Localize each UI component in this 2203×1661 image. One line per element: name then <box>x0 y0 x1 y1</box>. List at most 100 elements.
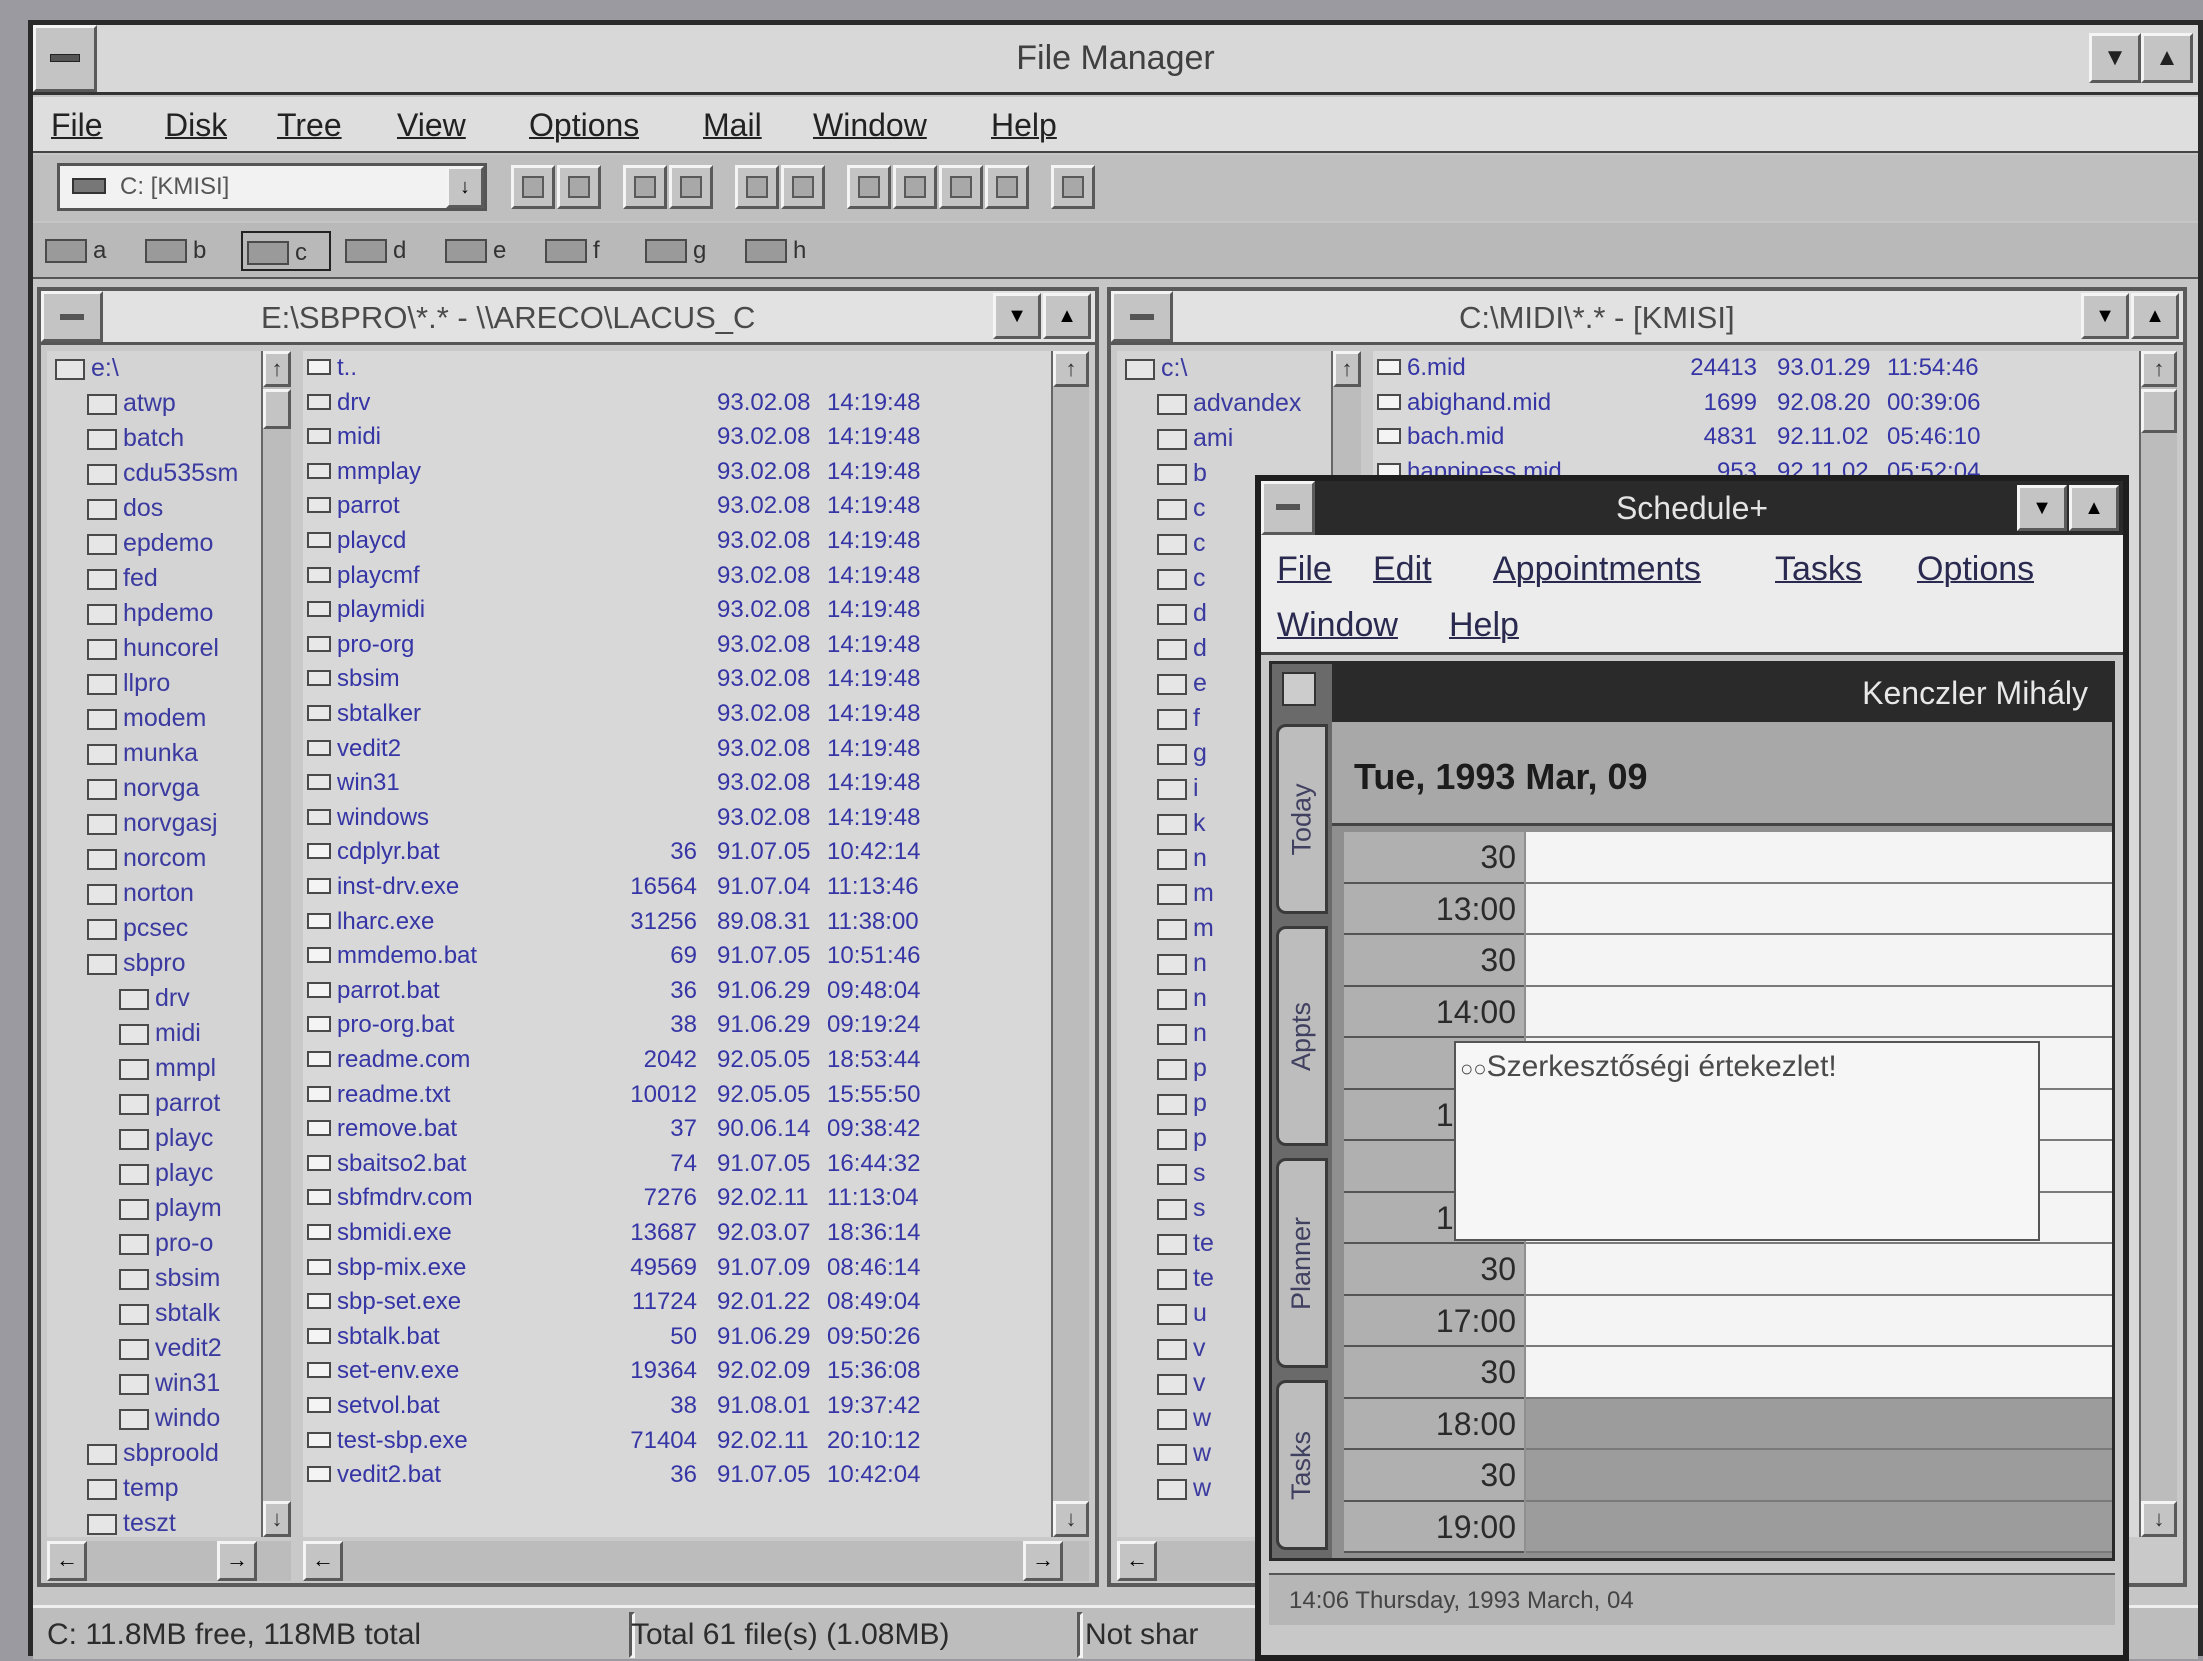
tree-item[interactable]: teszt <box>87 1506 255 1537</box>
time-slot[interactable]: 18:00 <box>1344 1398 2112 1450</box>
file-row[interactable]: playmidi 93.02.08 14:19:48 <box>307 593 1047 628</box>
time-slot[interactable]: 30 <box>1344 832 2112 884</box>
appointment-cell[interactable] <box>1526 1501 2112 1553</box>
tree-item[interactable]: sbtalk <box>119 1296 255 1331</box>
file-row[interactable]: pro-org 93.02.08 14:19:48 <box>307 628 1047 663</box>
menu-disk[interactable]: Disk <box>165 97 227 153</box>
file-row[interactable]: bach.mid 4831 92.11.02 05:46:10 <box>1377 420 2127 455</box>
file-row[interactable]: win31 93.02.08 14:19:48 <box>307 766 1047 801</box>
tree-item[interactable]: e:\ <box>55 351 255 386</box>
tree-item[interactable]: playc <box>119 1121 255 1156</box>
title-bar[interactable]: File Manager ▼ ▲ <box>33 25 2198 95</box>
file-row[interactable]: remove.bat 37 90.06.14 09:38:42 <box>307 1112 1047 1147</box>
share-as-button[interactable] <box>623 165 667 209</box>
tree-item[interactable]: parrot <box>119 1086 255 1121</box>
directory-window-title-bar[interactable]: C:\MIDI\*.* - [KMISI] ▼ ▲ <box>1111 291 2183 345</box>
sort-type-button[interactable] <box>893 165 937 209</box>
schedule-maximize-button[interactable]: ▲ <box>2069 485 2119 531</box>
file-row[interactable]: mmplay 93.02.08 14:19:48 <box>307 455 1047 490</box>
tree-item[interactable]: epdemo <box>87 526 255 561</box>
scroll-up-button[interactable]: ↑ <box>1333 351 1361 387</box>
file-row[interactable]: midi 93.02.08 14:19:48 <box>307 420 1047 455</box>
file-row[interactable]: windows 93.02.08 14:19:48 <box>307 801 1047 836</box>
tree-item[interactable]: norcom <box>87 841 255 876</box>
tree-item[interactable]: midi <box>119 1016 255 1051</box>
tab-today[interactable]: Today <box>1276 724 1328 914</box>
drive-d-button[interactable]: d <box>341 231 431 271</box>
file-row[interactable]: inst-drv.exe 16564 91.07.04 11:13:46 <box>307 870 1047 905</box>
drive-b-button[interactable]: b <box>141 231 231 271</box>
large-icons-button[interactable] <box>735 165 779 209</box>
tree-item[interactable]: advandex <box>1157 386 1325 421</box>
file-row[interactable]: sbfmdrv.com 7276 92.02.11 11:13:04 <box>307 1181 1047 1216</box>
menu-file[interactable]: File <box>51 97 103 153</box>
tree-item[interactable]: playc <box>119 1156 255 1191</box>
tree-item[interactable]: sbpro <box>87 946 255 981</box>
send-mail-button[interactable] <box>1051 165 1095 209</box>
file-row[interactable]: setvol.bat 38 91.08.01 19:37:42 <box>307 1389 1047 1424</box>
time-slot[interactable]: 14:00 <box>1344 986 2112 1038</box>
child-minimize-button[interactable]: ▼ <box>2081 293 2129 339</box>
drive-e-button[interactable]: e <box>441 231 531 271</box>
tree-item[interactable]: fed <box>87 561 255 596</box>
file-row[interactable]: mmdemo.bat 69 91.07.05 10:51:46 <box>307 939 1047 974</box>
schedule-menu-options[interactable]: Options <box>1917 541 2034 597</box>
list-view-button[interactable] <box>781 165 825 209</box>
tree-item[interactable]: temp <box>87 1471 255 1506</box>
child-maximize-button[interactable]: ▲ <box>2131 293 2179 339</box>
time-slot[interactable]: 17:00 <box>1344 1295 2112 1347</box>
menu-help[interactable]: Help <box>991 97 1057 153</box>
file-row[interactable]: playcmf 93.02.08 14:19:48 <box>307 559 1047 594</box>
scroll-right-button[interactable]: → <box>1023 1541 1063 1581</box>
time-slot[interactable]: 13:00 <box>1344 883 2112 935</box>
file-row[interactable]: vedit2 93.02.08 14:19:48 <box>307 732 1047 767</box>
file-row[interactable]: readme.com 2042 92.05.05 18:53:44 <box>307 1043 1047 1078</box>
time-slot[interactable]: 30 <box>1344 1347 2112 1399</box>
tree-item[interactable]: mmpl <box>119 1051 255 1086</box>
child-system-menu-button[interactable] <box>41 291 103 342</box>
menu-options[interactable]: Options <box>529 97 639 153</box>
schedule-menu-file[interactable]: File <box>1277 541 1332 597</box>
tab-tasks[interactable]: Tasks <box>1276 1380 1328 1550</box>
appointment-cell[interactable] <box>1526 986 2112 1038</box>
scroll-down-button[interactable]: ↓ <box>263 1501 291 1537</box>
tree-item[interactable]: pro-o <box>119 1226 255 1261</box>
file-row[interactable]: abighand.mid 1699 92.08.20 00:39:06 <box>1377 386 2127 421</box>
directory-window-title-bar[interactable]: E:\SBPRO\*.* - \\ARECO\LACUS_C ▼ ▲ <box>41 291 1095 345</box>
file-row[interactable]: parrot.bat 36 91.06.29 09:48:04 <box>307 974 1047 1009</box>
tree-item[interactable]: hpdemo <box>87 596 255 631</box>
file-row[interactable]: readme.txt 10012 92.05.05 15:55:50 <box>307 1078 1047 1113</box>
tree-item[interactable]: dos <box>87 491 255 526</box>
connect-drive-button[interactable] <box>511 165 555 209</box>
file-row[interactable]: cdplyr.bat 36 91.07.05 10:42:14 <box>307 835 1047 870</box>
tab-planner[interactable]: Planner <box>1276 1158 1328 1368</box>
file-list-scrollbar[interactable]: ↑ ↓ <box>1051 351 1089 1537</box>
scroll-up-button[interactable]: ↑ <box>2141 351 2177 387</box>
tree-item[interactable]: huncorel <box>87 631 255 666</box>
stop-sharing-button[interactable] <box>669 165 713 209</box>
appointment-cell[interactable] <box>1526 1295 2112 1347</box>
appointment-cell[interactable] <box>1526 1347 2112 1399</box>
sort-date-button[interactable] <box>985 165 1029 209</box>
schedule-menu-help[interactable]: Help <box>1449 597 1519 653</box>
tree-item[interactable]: playm <box>119 1191 255 1226</box>
tree-item[interactable]: norvga <box>87 771 255 806</box>
tree-item[interactable]: vedit2 <box>119 1331 255 1366</box>
scroll-left-button[interactable]: ← <box>1117 1541 1157 1581</box>
scroll-right-button[interactable]: → <box>217 1541 257 1581</box>
file-row[interactable]: test-sbp.exe 71404 92.02.11 20:10:12 <box>307 1424 1047 1459</box>
disconnect-drive-button[interactable] <box>557 165 601 209</box>
tree-item[interactable]: sbsim <box>119 1261 255 1296</box>
calendar-icon[interactable] <box>1282 672 1316 706</box>
file-row[interactable]: lharc.exe 31256 89.08.31 11:38:00 <box>307 905 1047 940</box>
appointment-cell[interactable] <box>1526 935 2112 987</box>
file-row[interactable]: sbsim 93.02.08 14:19:48 <box>307 662 1047 697</box>
schedule-minimize-button[interactable]: ▼ <box>2017 485 2067 531</box>
file-row[interactable]: sbtalker 93.02.08 14:19:48 <box>307 697 1047 732</box>
schedule-menu-tasks[interactable]: Tasks <box>1775 541 1862 597</box>
file-row[interactable]: vedit2.bat 36 91.07.05 10:42:04 <box>307 1458 1047 1493</box>
file-row[interactable]: 6.mid 24413 93.01.29 11:54:46 <box>1377 351 2127 386</box>
schedule-menu-window[interactable]: Window <box>1277 597 1398 653</box>
tree-item[interactable]: atwp <box>87 386 255 421</box>
menu-window[interactable]: Window <box>813 97 927 153</box>
